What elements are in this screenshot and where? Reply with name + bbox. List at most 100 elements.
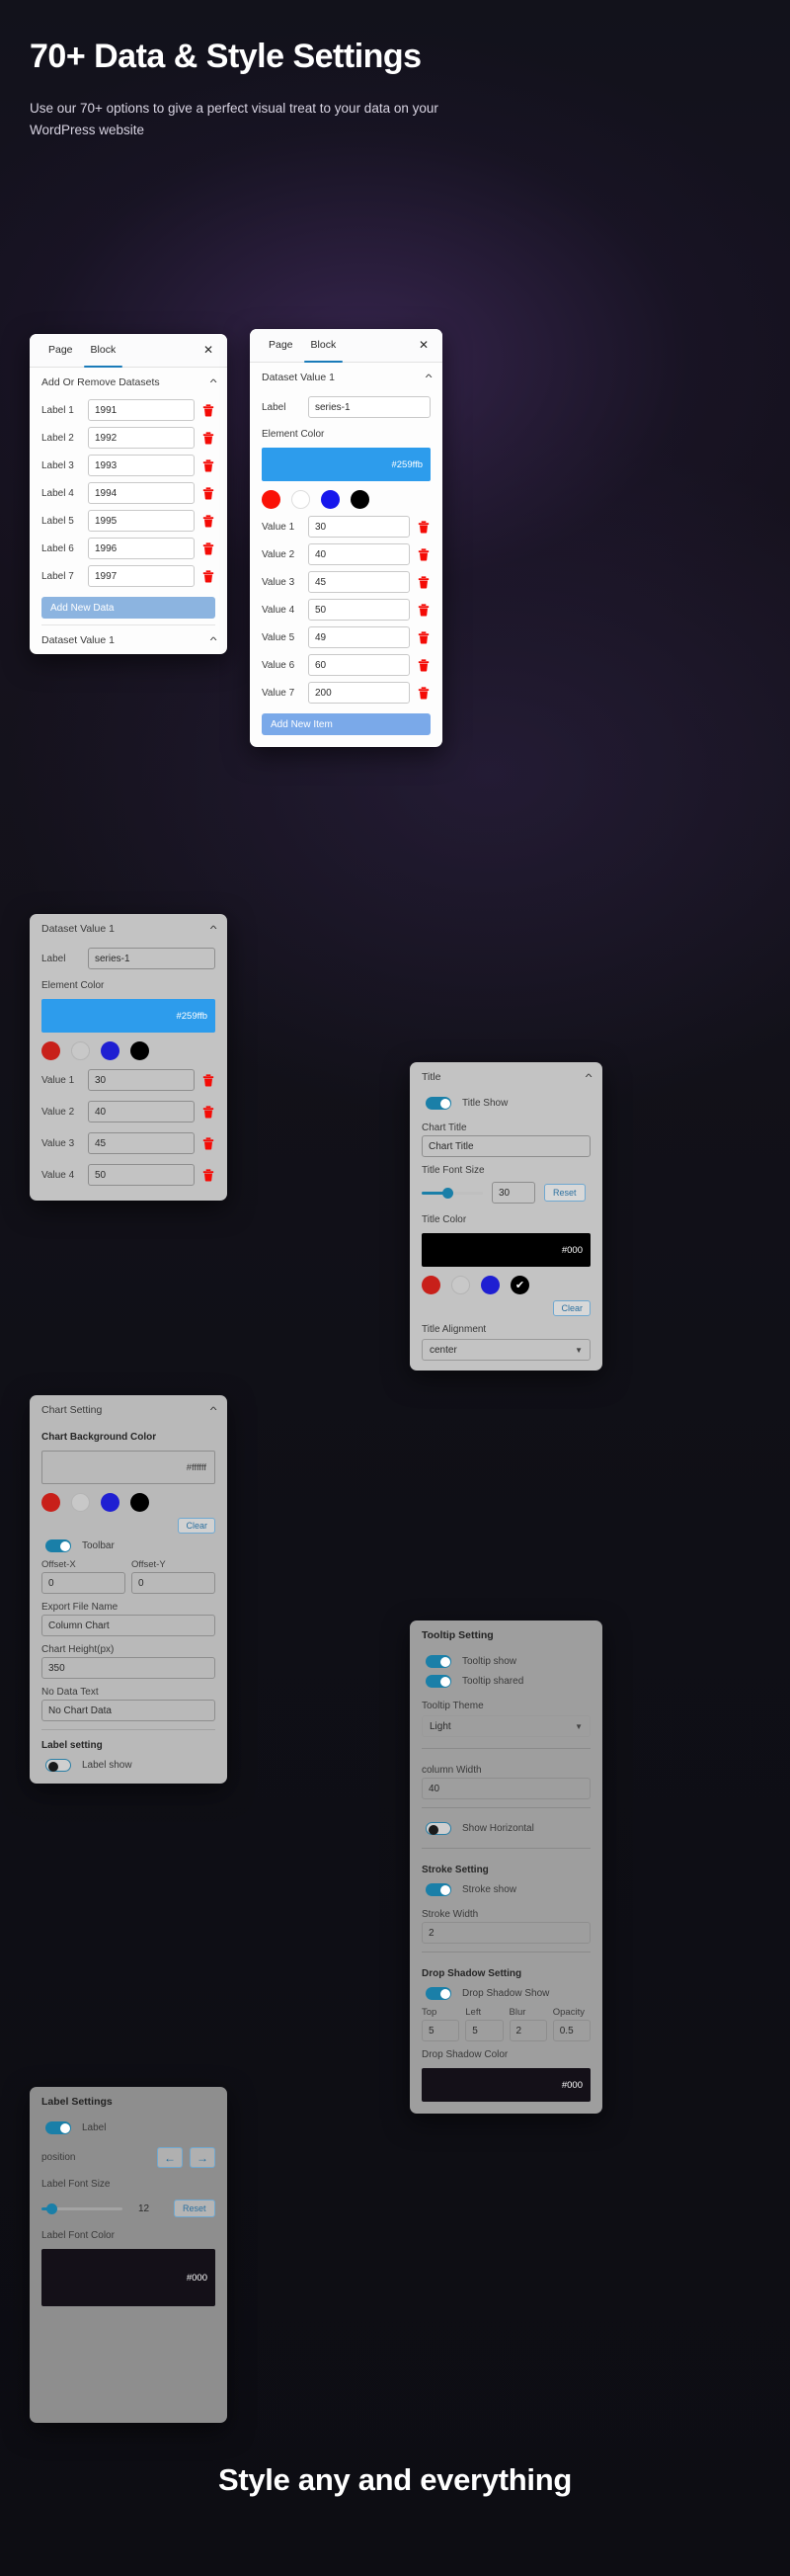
section-header-dataset-value[interactable]: Dataset Value 1 ^	[250, 363, 442, 391]
chart-title-input[interactable]: Chart Title	[422, 1135, 591, 1157]
drop-shadow-color-preview[interactable]: #000	[422, 2068, 591, 2102]
close-icon[interactable]: ✕	[199, 334, 217, 367]
trash-icon[interactable]	[417, 630, 431, 644]
row-input[interactable]: 1996	[88, 538, 195, 559]
trash-icon[interactable]	[201, 486, 215, 500]
row-input[interactable]: 50	[308, 599, 410, 621]
drop-shadow-opacity-input[interactable]: 0.5	[552, 2020, 591, 2041]
row-input[interactable]: 30	[88, 1069, 195, 1091]
title-font-size-slider[interactable]	[422, 1187, 483, 1199]
stroke-width-input[interactable]: 2	[422, 1922, 591, 1944]
chevron-up-icon[interactable]: ^	[425, 373, 432, 382]
offset-x-input[interactable]: 0	[41, 1572, 125, 1594]
chart-bg-color-preview[interactable]: #ffffff	[41, 1451, 215, 1484]
tab-page[interactable]: Page	[260, 329, 302, 362]
element-color-preview[interactable]: #259ffb	[41, 999, 215, 1033]
tooltip-shared-toggle[interactable]	[426, 1675, 451, 1688]
swatch-black[interactable]	[130, 1041, 149, 1060]
swatch-red[interactable]	[41, 1041, 60, 1060]
chevron-up-icon[interactable]: ^	[585, 1072, 592, 1082]
chevron-up-icon[interactable]: ^	[209, 377, 216, 387]
trash-icon[interactable]	[201, 458, 215, 472]
title-show-toggle[interactable]	[426, 1097, 451, 1110]
swatch-black-selected[interactable]: ✔	[511, 1276, 529, 1294]
row-input[interactable]: 40	[88, 1101, 195, 1122]
chevron-up-icon[interactable]: ^	[209, 924, 216, 934]
title-font-size-reset-button[interactable]: Reset	[544, 1184, 586, 1202]
no-data-text-input[interactable]: No Chart Data	[41, 1700, 215, 1721]
swatch-red[interactable]	[262, 490, 280, 509]
swatch-white[interactable]	[71, 1041, 90, 1060]
trash-icon[interactable]	[417, 575, 431, 589]
drop-shadow-blur-input[interactable]: 2	[509, 2020, 547, 2041]
trash-icon[interactable]	[201, 1105, 215, 1119]
row-input[interactable]: 40	[308, 543, 410, 565]
tab-block[interactable]: Block	[82, 334, 125, 368]
row-input[interactable]: 1991	[88, 399, 195, 421]
element-color-preview[interactable]: #259ffb	[262, 448, 431, 481]
row-input[interactable]: 45	[88, 1132, 195, 1154]
row-input[interactable]: 30	[308, 516, 410, 538]
swatch-white[interactable]	[291, 490, 310, 509]
export-file-name-input[interactable]: Column Chart	[41, 1615, 215, 1636]
row-input[interactable]: 49	[308, 626, 410, 648]
trash-icon[interactable]	[201, 1136, 215, 1150]
title-color-clear-button[interactable]: Clear	[553, 1300, 591, 1316]
row-input[interactable]: 1995	[88, 510, 195, 532]
swatch-black[interactable]	[351, 490, 369, 509]
drop-shadow-left-input[interactable]: 5	[465, 2020, 504, 2041]
label-show-toggle[interactable]	[45, 1759, 71, 1772]
title-color-preview[interactable]: #000	[422, 1233, 591, 1267]
trash-icon[interactable]	[201, 431, 215, 445]
swatch-blue[interactable]	[101, 1041, 119, 1060]
label-font-size-input[interactable]: 12	[131, 2198, 165, 2219]
label-toggle[interactable]	[45, 2121, 71, 2134]
row-input[interactable]: 45	[308, 571, 410, 593]
row-input[interactable]: 1992	[88, 427, 195, 449]
row-input[interactable]: 60	[308, 654, 410, 676]
title-alignment-select[interactable]: center ▼	[422, 1339, 591, 1361]
section-header-dataset-value[interactable]: Dataset Value 1 ^	[30, 914, 227, 943]
trash-icon[interactable]	[417, 686, 431, 700]
swatch-red[interactable]	[41, 1493, 60, 1512]
trash-icon[interactable]	[201, 403, 215, 417]
trash-icon[interactable]	[417, 520, 431, 534]
label-font-size-reset-button[interactable]: Reset	[174, 2200, 215, 2217]
chevron-up-icon[interactable]: ^	[209, 1405, 216, 1415]
swatch-blue[interactable]	[101, 1493, 119, 1512]
swatch-black[interactable]	[130, 1493, 149, 1512]
tab-page[interactable]: Page	[40, 334, 82, 367]
label-font-size-slider[interactable]	[41, 2202, 122, 2214]
section-header-dataset-value[interactable]: Dataset Value 1 ^	[30, 625, 227, 654]
tab-block[interactable]: Block	[302, 329, 346, 363]
trash-icon[interactable]	[201, 541, 215, 555]
trash-icon[interactable]	[201, 514, 215, 528]
tooltip-show-toggle[interactable]	[426, 1655, 451, 1668]
offset-y-input[interactable]: 0	[131, 1572, 215, 1594]
close-icon[interactable]: ✕	[415, 329, 433, 362]
trash-icon[interactable]	[417, 658, 431, 672]
swatch-blue[interactable]	[481, 1276, 500, 1294]
position-prev-button[interactable]: ←	[157, 2147, 183, 2168]
label-input[interactable]: series-1	[308, 396, 431, 418]
add-new-data-button[interactable]: Add New Data	[41, 597, 215, 619]
title-font-size-input[interactable]: 30	[492, 1182, 535, 1204]
swatch-blue[interactable]	[321, 490, 340, 509]
row-input[interactable]: 1994	[88, 482, 195, 504]
column-width-input[interactable]: 40	[422, 1778, 591, 1799]
trash-icon[interactable]	[201, 1073, 215, 1087]
chart-height-input[interactable]: 350	[41, 1657, 215, 1679]
swatch-white[interactable]	[71, 1493, 90, 1512]
swatch-red[interactable]	[422, 1276, 440, 1294]
label-input[interactable]: series-1	[88, 948, 215, 969]
section-header-title[interactable]: Title ^	[410, 1062, 602, 1091]
stroke-show-toggle[interactable]	[426, 1883, 451, 1896]
drop-shadow-top-input[interactable]: 5	[422, 2020, 460, 2041]
row-input[interactable]: 1997	[88, 565, 195, 587]
row-input[interactable]: 1993	[88, 455, 195, 476]
trash-icon[interactable]	[417, 547, 431, 561]
show-horizontal-toggle[interactable]	[426, 1822, 451, 1835]
chevron-up-icon[interactable]: ^	[209, 635, 216, 645]
section-header-chart-setting[interactable]: Chart Setting ^	[30, 1395, 227, 1424]
row-input[interactable]: 50	[88, 1164, 195, 1186]
